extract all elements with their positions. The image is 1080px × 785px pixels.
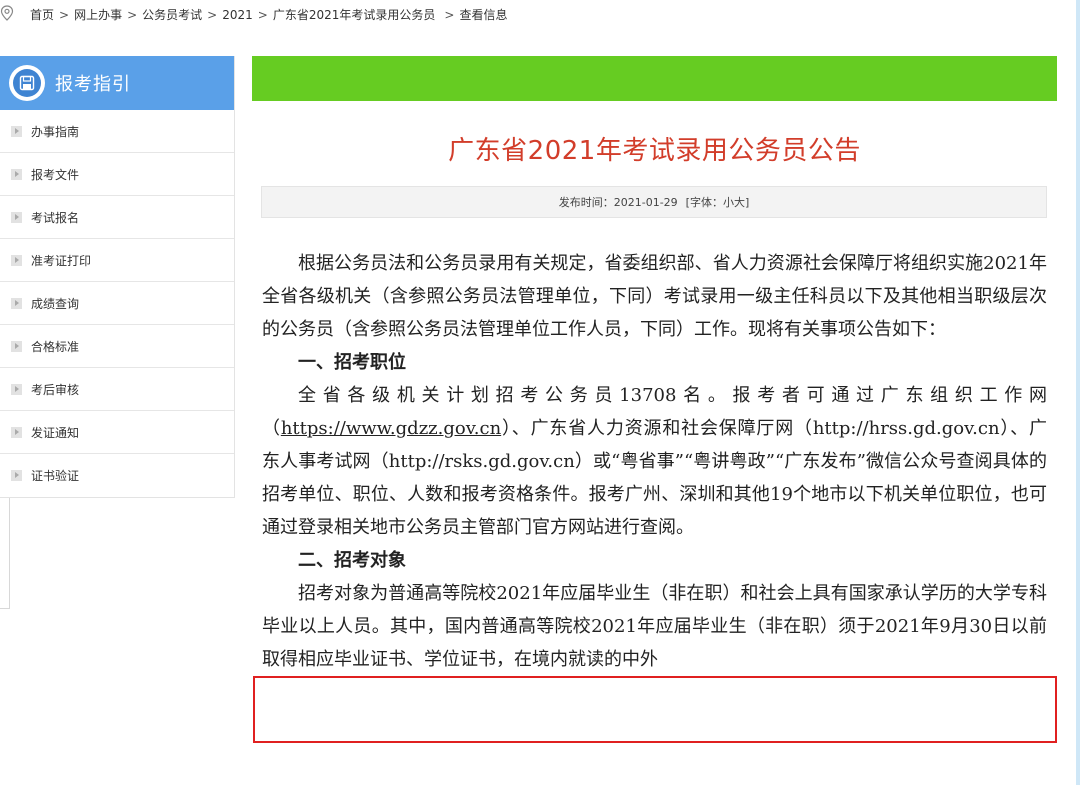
font-small-link[interactable]: 小 <box>723 196 734 209</box>
breadcrumb-exam-category[interactable]: 广东省2021年考试录用公务员 <box>273 8 436 22</box>
article-paragraph: 全省各级机关计划招考公务员13708名。报考者可通过广东组织工作网（https:… <box>262 379 1047 544</box>
breadcrumb-separator: > <box>127 8 138 22</box>
article-body: 根据公务员法和公务员录用有关规定，省委组织部、省人力资源社会保障厅将组织实施20… <box>262 247 1047 676</box>
article-meta-bar: 发布时间：2021-01-29 [字体：小大] <box>261 186 1047 218</box>
page-edge <box>1076 0 1080 785</box>
breadcrumb-civil-exam[interactable]: 公务员考试 <box>142 8 202 22</box>
breadcrumb-separator: > <box>257 8 268 22</box>
article-paragraph: 根据公务员法和公务员录用有关规定，省委组织部、省人力资源社会保障厅将组织实施20… <box>262 253 1047 340</box>
sidebar-item-post-exam-review[interactable]: 考后审核 <box>0 368 234 411</box>
breadcrumb-year[interactable]: 2021 <box>222 8 253 22</box>
chevron-right-icon <box>11 125 22 137</box>
save-disk-icon <box>9 65 45 101</box>
section-heading: 一、招考职位 <box>298 352 406 373</box>
sidebar-item-documents[interactable]: 报考文件 <box>0 153 234 196</box>
breadcrumb: 首页 > 网上办事 > 公务员考试 >2021 > 广东省2021年考试录用公务员 > 查看信息 <box>0 0 1080 28</box>
sidebar-item-guide[interactable]: 办事指南 <box>0 110 234 153</box>
chevron-right-icon <box>11 168 22 180</box>
sidebar-item-certificate-notice[interactable]: 发证通知 <box>0 411 234 454</box>
location-pin-icon <box>0 5 14 21</box>
sidebar-item-label: 报考文件 <box>31 167 80 182</box>
sidebar-item-label: 成绩查询 <box>31 296 80 311</box>
chevron-right-icon <box>11 426 22 438</box>
section-heading: 二、招考对象 <box>298 550 406 571</box>
font-size-close: ] <box>744 196 750 209</box>
sidebar-title: 报考指引 <box>55 74 131 95</box>
chevron-right-icon <box>11 340 22 352</box>
green-banner <box>252 56 1057 101</box>
sidebar-item-label: 证书验证 <box>31 468 80 483</box>
article-paragraph: 招考对象为普通高等院校2021年应届毕业生（非在职）和社会上具有国家承认学历的大… <box>262 583 1047 670</box>
sidebar-item-label: 考后审核 <box>31 382 80 397</box>
sidebar-item-certificate-verify[interactable]: 证书验证 <box>0 454 234 496</box>
breadcrumb-current: 查看信息 <box>459 8 508 22</box>
sidebar-item-label: 准考证打印 <box>31 253 92 268</box>
highlight-box <box>253 676 1057 743</box>
sidebar: 报考指引 办事指南 报考文件 考试报名 准考证打印 成绩查询 合格标准 考后审核… <box>0 56 235 498</box>
sidebar-item-score-query[interactable]: 成绩查询 <box>0 282 234 325</box>
breadcrumb-separator: > <box>59 8 70 22</box>
chevron-right-icon <box>11 211 22 223</box>
sidebar-item-admission-ticket[interactable]: 准考证打印 <box>0 239 234 282</box>
publish-date: 发布时间：2021-01-29 <box>558 196 678 209</box>
font-large-link[interactable]: 大 <box>734 196 745 209</box>
sidebar-item-label: 考试报名 <box>31 210 80 225</box>
font-size-label: [字体： <box>685 196 723 209</box>
breadcrumb-separator: > <box>207 8 218 22</box>
breadcrumb-online-service[interactable]: 网上办事 <box>74 8 122 22</box>
chevron-right-icon <box>11 469 22 481</box>
gdzz-link[interactable]: https://www.gdzz.gov.cn <box>281 418 501 439</box>
chevron-right-icon <box>11 383 22 395</box>
sidebar-item-pass-standard[interactable]: 合格标准 <box>0 325 234 368</box>
breadcrumb-home[interactable]: 首页 <box>30 8 54 22</box>
page-title: 广东省2021年考试录用公务员公告 <box>448 136 861 166</box>
chevron-right-icon <box>11 297 22 309</box>
sidebar-item-label: 合格标准 <box>31 339 80 354</box>
chevron-right-icon <box>11 254 22 266</box>
sidebar-item-label: 发证通知 <box>31 425 80 440</box>
sidebar-item-registration[interactable]: 考试报名 <box>0 196 234 239</box>
breadcrumb-separator: > <box>444 8 455 22</box>
sidebar-item-label: 办事指南 <box>31 124 80 139</box>
sidebar-header: 报考指引 <box>0 56 234 110</box>
